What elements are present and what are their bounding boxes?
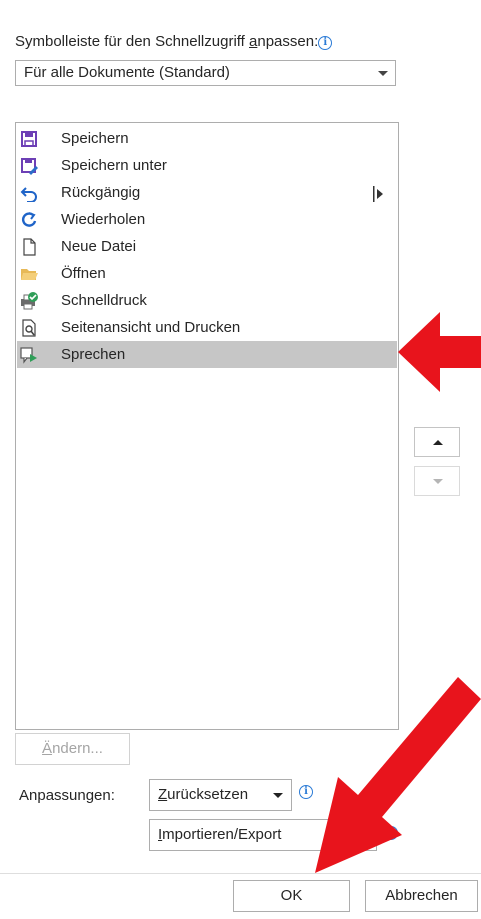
triangle-down-icon xyxy=(433,479,443,484)
list-item-save[interactable]: Speichern xyxy=(17,125,397,152)
new-file-icon xyxy=(23,238,36,256)
list-item-new-file[interactable]: Neue Datei xyxy=(17,233,397,260)
save-icon xyxy=(21,131,37,147)
ok-button[interactable]: OK xyxy=(233,880,350,912)
move-down-button[interactable] xyxy=(414,466,460,496)
chevron-down-icon xyxy=(273,793,283,798)
list-item-quick-print[interactable]: Schnelldruck xyxy=(17,287,397,314)
move-up-button[interactable] xyxy=(414,427,460,457)
annotation-arrow-left xyxy=(398,312,481,392)
list-item-save-as[interactable]: Speichern unter xyxy=(17,152,397,179)
customize-quick-access-label: Symbolleiste für den Schnellzugriff anpa… xyxy=(15,33,333,50)
save-as-icon xyxy=(21,158,38,175)
customizations-label: Anpassungen: xyxy=(19,787,115,804)
list-item-open[interactable]: Öffnen xyxy=(17,260,397,287)
quick-print-icon xyxy=(21,292,38,310)
document-scope-value: Für alle Dokumente (Standard) xyxy=(24,64,230,81)
reset-dropdown-button[interactable]: Zurücksetzen xyxy=(149,779,292,811)
list-item-redo[interactable]: Wiederholen xyxy=(17,206,397,233)
list-item-undo[interactable]: Rückgängig xyxy=(17,179,397,206)
print-preview-icon xyxy=(22,319,36,337)
triangle-up-icon xyxy=(433,440,443,445)
undo-icon xyxy=(20,187,37,202)
toolbar-commands-list[interactable]: Speichern Speichern unter Rückgängig Wie… xyxy=(15,122,399,730)
list-item-speak[interactable]: Sprechen xyxy=(17,341,397,368)
chevron-down-icon xyxy=(378,71,388,76)
separator-submenu-icon xyxy=(373,186,383,202)
cancel-button[interactable]: Abbrechen xyxy=(365,880,478,912)
document-scope-dropdown[interactable]: Für alle Dokumente (Standard) xyxy=(15,60,396,86)
folder-open-icon xyxy=(21,269,38,280)
annotation-arrow-diagonal xyxy=(315,677,481,873)
info-icon[interactable]: i xyxy=(318,36,333,50)
modify-button[interactable]: Ändern... xyxy=(15,733,130,765)
list-item-print-preview[interactable]: Seitenansicht und Drucken xyxy=(17,314,397,341)
redo-icon xyxy=(21,212,37,227)
speak-icon xyxy=(20,347,37,364)
